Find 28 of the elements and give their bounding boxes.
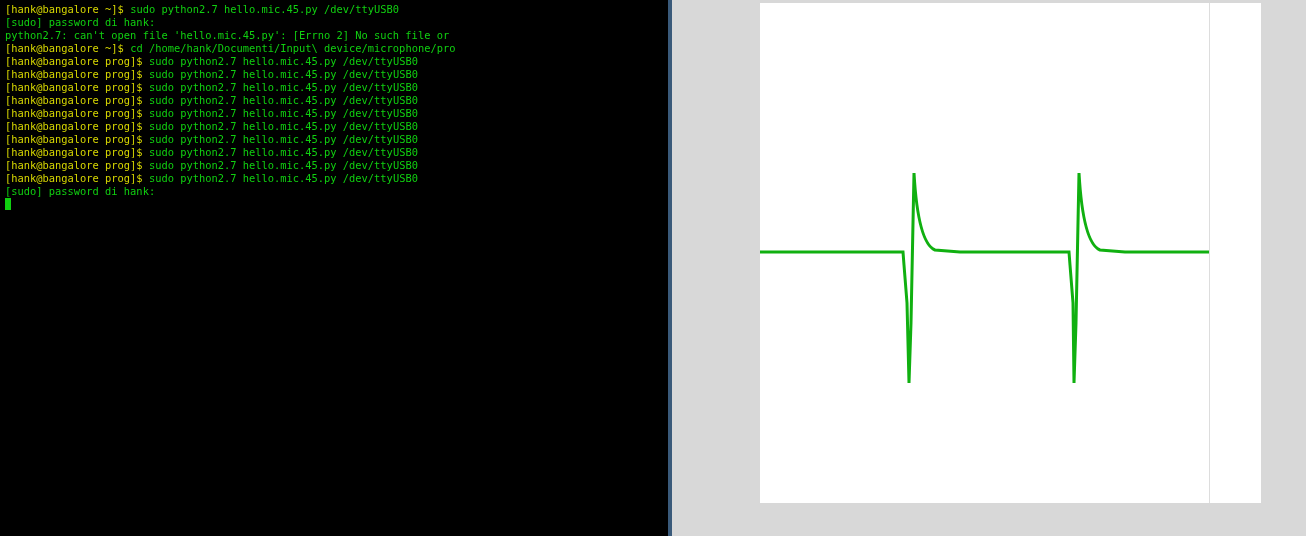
shell-command: sudo python2.7 hello.mic.45.py /dev/ttyUSB0: [148, 120, 418, 132]
shell-command: sudo python2.7 hello.mic.45.py /dev/ttyUSB0: [148, 94, 418, 106]
shell-prompt: [hank@bangalore prog]$: [5, 55, 143, 67]
shell-command: sudo python2.7 hello.mic.45.py /dev/ttyUSB0: [148, 133, 418, 145]
terminal-output: [sudo] password di hank:: [5, 185, 156, 197]
shell-command: sudo python2.7 hello.mic.45.py /dev/ttyUSB0: [148, 55, 418, 67]
shell-command: cd /home/hank/Documenti/Input\ device/microphone/pro: [130, 42, 456, 54]
shell-prompt: [hank@bangalore ~]$: [5, 3, 124, 15]
text-cursor: [5, 198, 11, 210]
shell-prompt: [hank@bangalore prog]$: [5, 81, 143, 93]
shell-prompt: [hank@bangalore prog]$: [5, 159, 143, 171]
shell-prompt: [hank@bangalore prog]$: [5, 172, 143, 184]
shell-prompt: [hank@bangalore prog]$: [5, 146, 143, 158]
shell-prompt: [hank@bangalore prog]$: [5, 107, 143, 119]
shell-command: sudo python2.7 hello.mic.45.py /dev/ttyUSB0: [130, 3, 400, 15]
shell-prompt: [hank@bangalore prog]$: [5, 120, 143, 132]
shell-prompt: [hank@bangalore prog]$: [5, 133, 143, 145]
shell-command: sudo python2.7 hello.mic.45.py /dev/ttyUSB0: [148, 81, 418, 93]
shell-command: sudo python2.7 hello.mic.45.py /dev/ttyUSB0: [148, 172, 418, 184]
shell-prompt: [hank@bangalore prog]$: [5, 94, 143, 106]
shell-command: sudo python2.7 hello.mic.45.py /dev/ttyUSB0: [148, 159, 418, 171]
shell-command: sudo python2.7 hello.mic.45.py /dev/ttyUSB0: [148, 68, 418, 80]
shell-command: sudo python2.7 hello.mic.45.py /dev/ttyUSB0: [148, 146, 418, 158]
terminal-output: [sudo] password di hank:: [5, 16, 156, 28]
shell-command: sudo python2.7 hello.mic.45.py /dev/ttyUSB0: [148, 107, 418, 119]
shell-prompt: [hank@bangalore prog]$: [5, 68, 143, 80]
terminal-output: python2.7: can't open file 'hello.mic.45.py': [Errno 2] No such file or: [5, 29, 450, 41]
shell-prompt: [hank@bangalore ~]$: [5, 42, 124, 54]
